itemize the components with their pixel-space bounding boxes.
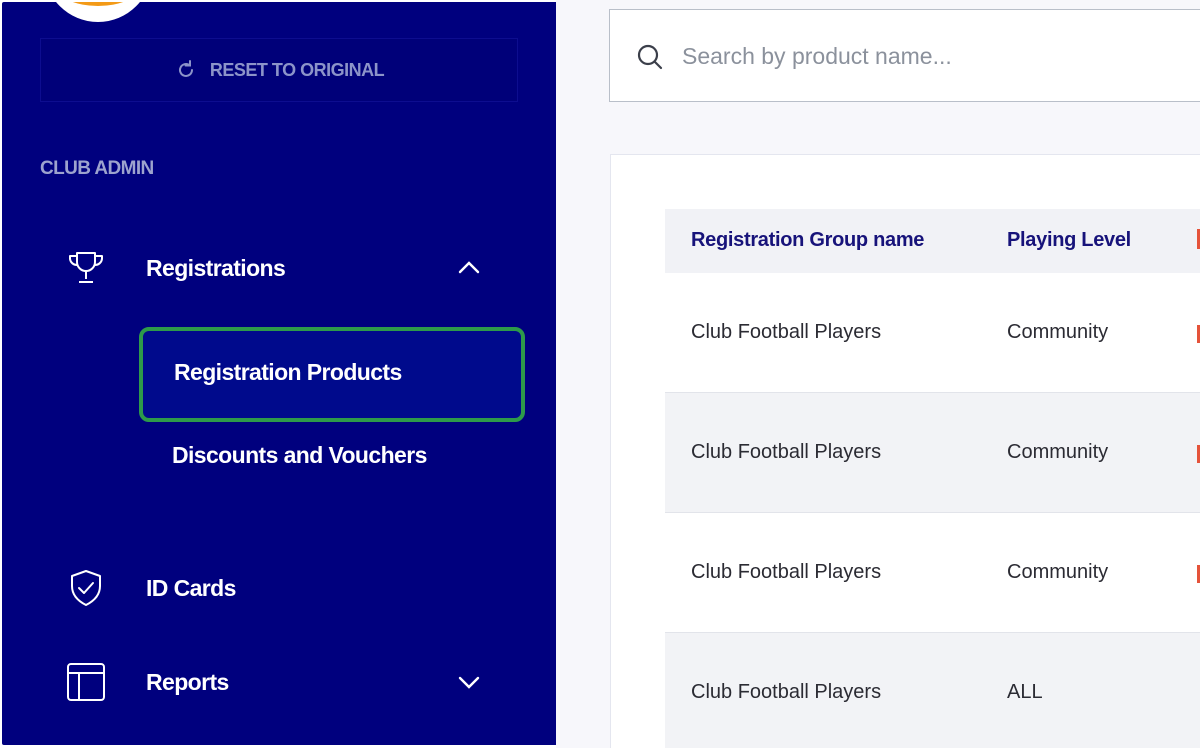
sidebar-item-label: Registrations (146, 254, 286, 281)
chevron-down-icon[interactable] (454, 667, 484, 697)
search-bar[interactable] (609, 9, 1200, 102)
search-input[interactable] (682, 38, 1182, 74)
reset-to-original-button[interactable]: RESET TO ORIGINAL (40, 38, 518, 102)
layout-icon (64, 660, 108, 704)
table-row[interactable]: Club Football Players Community (665, 273, 1200, 393)
column-header-registration-group-name[interactable]: Registration Group name (691, 229, 924, 252)
sidebar: RESET TO ORIGINAL CLUB ADMIN Registratio… (2, 2, 556, 745)
section-label-club-admin: CLUB ADMIN (40, 158, 154, 179)
chevron-up-icon[interactable] (454, 253, 484, 283)
column-header-playing-level[interactable]: Playing Level (1007, 229, 1131, 252)
table-row[interactable]: Club Football Players ALL (665, 633, 1200, 748)
cell-registration-group: Club Football Players (691, 561, 882, 583)
cell-registration-group: Club Football Players (691, 681, 882, 703)
sidebar-subitem-discounts-and-vouchers[interactable]: Discounts and Vouchers (172, 442, 427, 469)
sidebar-item-label: Reports (146, 668, 229, 695)
products-table-card: Registration Group name Playing Level Cl… (610, 154, 1200, 748)
cell-playing-level: Community (1007, 561, 1109, 583)
table-row[interactable]: Club Football Players Community (665, 393, 1200, 513)
sidebar-item-label: ID Cards (146, 574, 236, 601)
sidebar-item-reports[interactable]: Reports (2, 654, 556, 710)
table-header: Registration Group name Playing Level (665, 209, 1200, 273)
club-logo[interactable] (44, 2, 152, 22)
cell-playing-level: Community (1007, 321, 1109, 343)
search-icon (637, 44, 663, 70)
cell-playing-level: Community (1007, 441, 1109, 463)
cell-playing-level: ALL (1007, 681, 1043, 703)
app-frame: RESET TO ORIGINAL CLUB ADMIN Registratio… (0, 0, 1200, 748)
cell-registration-group: Club Football Players (691, 321, 882, 343)
main-content: Registration Group name Playing Level Cl… (556, 0, 1200, 748)
sidebar-item-id-cards[interactable]: ID Cards (2, 560, 556, 616)
cell-registration-group: Club Football Players (691, 441, 882, 463)
sidebar-subitem-label: Registration Products (174, 359, 402, 385)
reset-label: RESET TO ORIGINAL (209, 59, 385, 80)
trophy-icon (64, 246, 108, 290)
shield-check-icon (64, 566, 108, 610)
table-row[interactable]: Club Football Players Community (665, 513, 1200, 633)
sidebar-item-registrations[interactable]: Registrations (2, 240, 556, 296)
sidebar-subitem-registration-products[interactable]: Registration Products (139, 327, 525, 422)
logo-swoosh (58, 2, 138, 6)
refresh-icon (178, 60, 193, 77)
